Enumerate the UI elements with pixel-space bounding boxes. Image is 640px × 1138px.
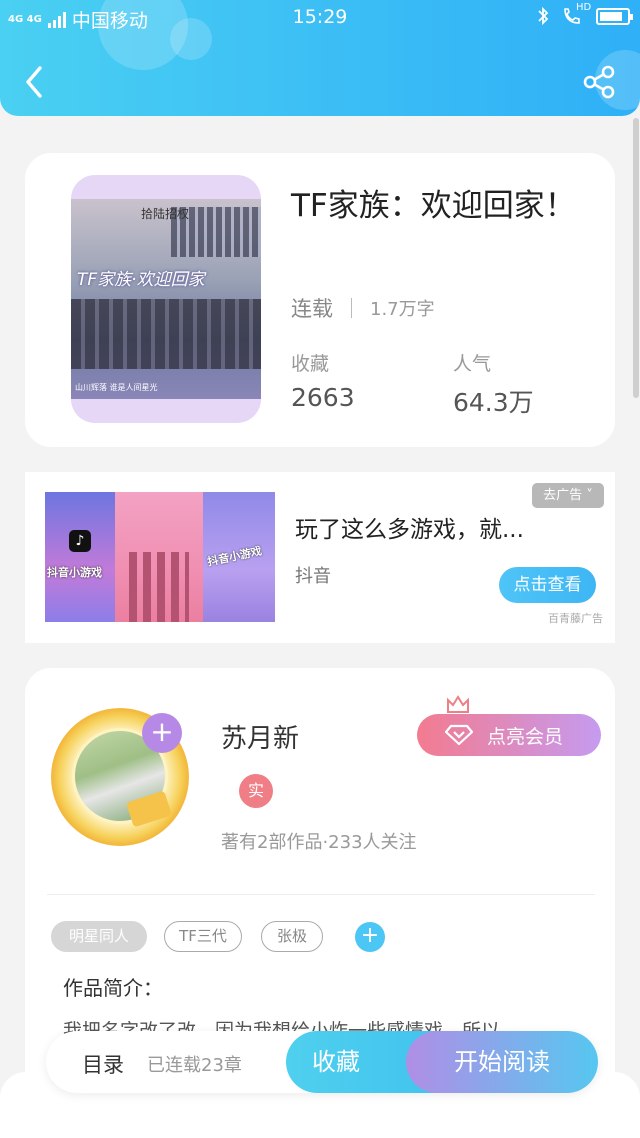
tiktok-icon: ♪: [69, 530, 91, 552]
diamond-icon: [445, 724, 473, 746]
vip-button[interactable]: 点亮会员: [417, 714, 601, 756]
back-button[interactable]: [20, 62, 50, 102]
intro-label: 作品简介：: [63, 976, 163, 1000]
ad-image-panel: [115, 492, 203, 622]
status-right: HD: [536, 2, 633, 26]
author-stats: 著有2部作品·233人关注: [221, 832, 417, 853]
ad-image-label: 抖音小游戏: [47, 566, 102, 579]
ad-source: 抖音: [295, 566, 331, 587]
follow-button[interactable]: +: [142, 713, 182, 753]
popularity-count: 64.3万: [453, 388, 534, 417]
battery-icon: [596, 7, 633, 25]
tag-item[interactable]: 明星同人: [51, 921, 147, 952]
serial-status: 连载: [291, 297, 333, 321]
popularity-label: 人气: [453, 353, 492, 375]
verified-badge: 实: [239, 774, 273, 808]
ad-image-panel: 抖音小游戏: [203, 492, 275, 622]
status-divider: [351, 298, 352, 318]
cover-bottom-text: 山川辉落 谁是人间星光: [75, 383, 158, 392]
status-bar: 4G 4G 中国移动 15:29 HD: [0, 0, 640, 34]
ad-provider: 百青藤广告: [548, 612, 603, 625]
share-icon: [583, 65, 615, 99]
book-status-row: 连载 1.7万字: [291, 293, 435, 323]
chevron-left-icon: [26, 66, 42, 98]
ad-headline[interactable]: 玩了这么多游戏，就...: [295, 510, 524, 544]
header: 4G 4G 中国移动 15:29 HD: [0, 0, 640, 116]
book-cover[interactable]: 拾陆招权 TF家族·欢迎回家 山川辉落 谁是人间星光: [71, 175, 261, 423]
section-divider: [47, 894, 595, 895]
vip-label: 点亮会员: [487, 725, 564, 748]
add-tag-button[interactable]: +: [355, 922, 385, 952]
crown-icon: [447, 695, 469, 713]
tag-item[interactable]: TF三代: [164, 921, 242, 952]
remove-ad-button[interactable]: 去广告 ˅: [532, 483, 604, 508]
scrollbar[interactable]: [633, 118, 639, 398]
hd-label: HD: [576, 2, 592, 13]
tag-item[interactable]: 张极: [261, 921, 323, 952]
cover-title-text: TF家族·欢迎回家: [77, 270, 205, 290]
toc-button[interactable]: 目录: [82, 1049, 124, 1079]
cover-people: [71, 299, 261, 369]
word-count: 1.7万字: [370, 299, 435, 320]
book-info-card: 拾陆招权 TF家族·欢迎回家 山川辉落 谁是人间星光 TF家族：欢迎回家！ 连载…: [25, 153, 615, 447]
favorites-count: 2663: [291, 383, 355, 412]
chapter-count: 已连载23章: [147, 1055, 242, 1076]
ad-banner[interactable]: ♪ 抖音小游戏 抖音小游戏 玩了这么多游戏，就... 抖音 去广告 ˅ 点击查看…: [25, 472, 615, 643]
author-name[interactable]: 苏月新: [221, 718, 299, 755]
share-button[interactable]: [582, 64, 618, 100]
ad-image-ruins: [129, 552, 189, 622]
cover-top-text: 拾陆招权: [141, 207, 190, 221]
book-title: TF家族：欢迎回家！: [291, 188, 576, 224]
favorites-label: 收藏: [291, 353, 330, 375]
ad-image[interactable]: ♪ 抖音小游戏 抖音小游戏: [45, 492, 275, 622]
bottom-action-bar: 目录 已连载23章 收藏 开始阅读: [46, 1031, 598, 1093]
bluetooth-icon: [538, 6, 549, 26]
cover-image: 拾陆招权 TF家族·欢迎回家 山川辉落 谁是人间星光: [71, 199, 261, 399]
ad-cta-button[interactable]: 点击查看: [499, 567, 596, 603]
hd-call-icon: HD: [562, 2, 591, 26]
ad-image-label: 抖音小游戏: [206, 544, 263, 569]
start-reading-button[interactable]: 开始阅读: [406, 1031, 598, 1093]
ad-image-panel: ♪ 抖音小游戏: [45, 492, 115, 622]
